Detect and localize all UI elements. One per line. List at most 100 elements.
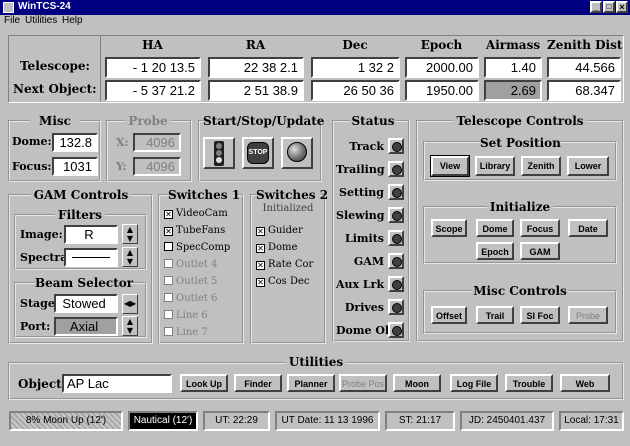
utilities-planner-button[interactable]: Planner (287, 374, 335, 392)
utilities-title: Utilities (286, 355, 346, 369)
focus-field[interactable]: 1031 (52, 157, 98, 176)
switches1-speccomp-checkbox[interactable]: SpecComp (164, 242, 230, 253)
filters-title: Filters (55, 208, 105, 222)
next-dec-field[interactable]: 26 50 36 (311, 80, 400, 101)
utilities-log-file-button[interactable]: Log File (450, 374, 498, 392)
title-bar: WinTCS-24 _ □ × (0, 0, 630, 15)
status-label-dome-ok: Dome Ok (336, 324, 393, 337)
image-filter-field[interactable]: R (64, 225, 118, 244)
object-label: Object: (18, 377, 67, 391)
switches1-tubefans-label: TubeFans (176, 225, 226, 236)
misc-title: Misc (30, 114, 80, 128)
telescope-label: Telescope: (20, 59, 90, 73)
initialize-scope-button[interactable]: Scope (431, 219, 467, 237)
status-led-drives (388, 299, 404, 315)
checkbox-box: ✕ (256, 261, 265, 270)
twilight-status: Nautical (12') (128, 411, 198, 431)
ut-status: UT: 22:29 (203, 411, 270, 431)
status-label-slewing: Slewing (336, 209, 385, 222)
update-button[interactable] (281, 137, 313, 169)
status-label-limits: Limits (344, 232, 384, 245)
switches2-guider-checkbox[interactable]: ✕ Guider (256, 225, 303, 236)
telescope-airmass-field: 1.40 (484, 57, 542, 78)
telescope-zenith-field: 44.566 (547, 57, 621, 78)
switches1-line-7-checkbox: Line 7 (164, 327, 208, 338)
menu-file[interactable]: File (4, 15, 20, 26)
switches2-subtitle: Initialized (262, 203, 314, 214)
beam-selector-title: Beam Selector (35, 276, 134, 290)
stop-sign-text: STOP (248, 149, 268, 156)
initialize-dome-button[interactable]: Dome (476, 219, 514, 237)
probe-y-label: Y: (116, 160, 127, 173)
misc-trail-button[interactable]: Trail (476, 306, 514, 324)
switches2-dome-checkbox[interactable]: ✕ Dome (256, 242, 297, 253)
switches2-rate-cor-checkbox[interactable]: ✕ Rate Cor (256, 259, 313, 270)
focus-label: Focus: (12, 160, 52, 173)
port-label: Port: (20, 320, 51, 333)
utilities-trouble-button[interactable]: Trouble (505, 374, 553, 392)
menu-utilities[interactable]: Utilities (25, 15, 57, 26)
status-led-setting (388, 184, 404, 200)
utilities-look-up-button[interactable]: Look Up (180, 374, 228, 392)
telescope-epoch-field: 2000.00 (405, 57, 479, 78)
maximize-button[interactable]: □ (603, 1, 615, 13)
misc-offset-button[interactable]: Offset (431, 306, 467, 324)
next-epoch-field[interactable]: 1950.00 (405, 80, 479, 101)
start-button[interactable] (203, 137, 235, 169)
checkbox-box (164, 310, 173, 319)
probe-x-label: X: (116, 136, 129, 149)
utilities-finder-button[interactable]: Finder (234, 374, 282, 392)
stage-spinner[interactable]: ◀▶ (122, 294, 138, 314)
initialize-gam-button[interactable]: GAM (520, 242, 560, 260)
menu-bar: File Utilities Help (0, 15, 630, 29)
switches2-cos-dec-label: Cos Dec (268, 276, 310, 287)
checkbox-box: ✕ (164, 210, 173, 219)
status-title: Status (350, 114, 396, 128)
status-led-trailing (388, 161, 404, 177)
switches1-videocam-checkbox[interactable]: ✕ VideoCam (164, 208, 228, 219)
telescope-ha-field: - 1 20 13.5 (105, 57, 201, 78)
header-zenith-dist: Zenith Dist (547, 38, 623, 52)
dome-label: Dome: (12, 135, 52, 148)
port-spinner[interactable]: ▲ ▼ (122, 316, 138, 336)
switches1-speccomp-label: SpecComp (176, 242, 231, 253)
initialize-date-button[interactable]: Date (568, 219, 608, 237)
set-position-lower-button[interactable]: Lower (567, 156, 609, 176)
initialize-focus-button[interactable]: Focus (520, 219, 560, 237)
local-time-status: Local: 17:31 (559, 411, 624, 431)
traffic-light-icon (214, 141, 224, 166)
initialize-epoch-button[interactable]: Epoch (476, 242, 514, 260)
utilities-moon-button[interactable]: Moon (393, 374, 441, 392)
switches1-outlet-6-label: Outlet 6 (176, 293, 218, 304)
misc-si-foc-button[interactable]: SI Foc (520, 306, 560, 324)
menu-help[interactable]: Help (62, 15, 83, 26)
image-filter-spinner[interactable]: ▲ ▼ (122, 224, 138, 244)
stop-button[interactable]: STOP (242, 137, 274, 169)
switches2-rate-cor-label: Rate Cor (268, 259, 314, 270)
set-position-library-button[interactable]: Library (475, 156, 515, 176)
switches1-outlet-4-checkbox: Outlet 4 (164, 259, 217, 270)
switches1-outlet-6-checkbox: Outlet 6 (164, 293, 217, 304)
checkbox-box (164, 259, 173, 268)
globe-icon (287, 142, 307, 162)
misc-probe-button: Probe (568, 306, 608, 324)
object-field[interactable]: AP Lac (62, 374, 172, 393)
set-position-view-button[interactable]: View (430, 155, 470, 177)
status-label-gam: GAM (353, 255, 384, 268)
status-led-limits (388, 230, 404, 246)
dome-field[interactable]: 132.8 (52, 133, 98, 152)
spectral-filter-spinner[interactable]: ▲ ▼ (122, 247, 138, 267)
set-position-title: Set Position (480, 136, 561, 150)
utilities-web-button[interactable]: Web (560, 374, 610, 392)
next-ha-field[interactable]: - 5 37 21.2 (105, 80, 201, 101)
switches1-tubefans-checkbox[interactable]: ✕ TubeFans (164, 225, 225, 236)
close-button[interactable]: × (616, 1, 628, 13)
status-led-slewing (388, 207, 404, 223)
probe-y-field: 4096 (133, 157, 181, 176)
minimize-button[interactable]: _ (590, 1, 602, 13)
switches2-cos-dec-checkbox[interactable]: ✕ Cos Dec (256, 276, 310, 287)
stage-field[interactable]: Stowed (54, 294, 118, 313)
port-field[interactable]: Axial (54, 317, 118, 336)
next-ra-field[interactable]: 2 51 38.9 (208, 80, 304, 101)
set-position-zenith-button[interactable]: Zenith (521, 156, 561, 176)
